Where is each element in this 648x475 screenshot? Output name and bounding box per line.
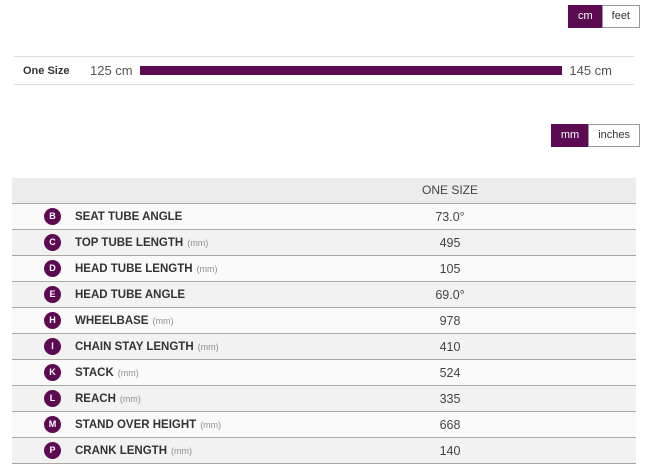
row-unit: (mm): [200, 420, 221, 430]
row-value: 335: [264, 392, 636, 406]
row-label: WHEELBASE: [75, 315, 148, 327]
row-unit: (mm): [187, 238, 208, 248]
unit-cm-button[interactable]: cm: [568, 5, 603, 28]
geometry-unit-toggle: mm inches: [551, 124, 640, 147]
table-row: I CHAIN STAY LENGTH (mm) 410: [12, 334, 636, 360]
rider-height-unit-toggle: cm feet: [568, 5, 640, 28]
row-key-badge: I: [44, 338, 61, 355]
range-max-value: 145 cm: [569, 63, 612, 78]
unit-mm-button[interactable]: mm: [551, 124, 589, 147]
unit-inches-button[interactable]: inches: [588, 124, 640, 147]
row-key-badge: P: [44, 442, 61, 459]
size-range-label: One Size: [14, 65, 90, 77]
row-value: 105: [264, 262, 636, 276]
row-label: STACK: [75, 367, 114, 379]
row-label: HEAD TUBE ANGLE: [75, 289, 185, 301]
table-row: E HEAD TUBE ANGLE 69.0°: [12, 282, 636, 308]
row-value: 410: [264, 340, 636, 354]
geometry-table-header: ONE SIZE: [12, 178, 636, 204]
geometry-table-body: B SEAT TUBE ANGLE 73.0° C TOP TUBE LENGT…: [12, 204, 636, 464]
row-unit: (mm): [118, 368, 139, 378]
geometry-table: ONE SIZE B SEAT TUBE ANGLE 73.0° C TOP T…: [12, 178, 636, 464]
table-row: D HEAD TUBE LENGTH (mm) 105: [12, 256, 636, 282]
row-label: CHAIN STAY LENGTH: [75, 341, 194, 353]
row-value: 668: [264, 418, 636, 432]
row-label: HEAD TUBE LENGTH: [75, 263, 193, 275]
row-key-badge: B: [44, 208, 61, 225]
table-row: M STAND OVER HEIGHT (mm) 668: [12, 412, 636, 438]
range-min-value: 125 cm: [90, 63, 133, 78]
row-value: 140: [264, 444, 636, 458]
row-key-badge: M: [44, 416, 61, 433]
table-row: P CRANK LENGTH (mm) 140: [12, 438, 636, 464]
row-value: 495: [264, 236, 636, 250]
row-unit: (mm): [120, 394, 141, 404]
row-unit: (mm): [171, 446, 192, 456]
row-value: 524: [264, 366, 636, 380]
row-label: TOP TUBE LENGTH: [75, 237, 183, 249]
row-key-badge: C: [44, 234, 61, 251]
row-value: 73.0°: [264, 210, 636, 224]
table-row: H WHEELBASE (mm) 978: [12, 308, 636, 334]
row-value: 69.0°: [264, 288, 636, 302]
table-row: K STACK (mm) 524: [12, 360, 636, 386]
unit-feet-button[interactable]: feet: [602, 5, 640, 28]
row-label: REACH: [75, 393, 116, 405]
row-label: SEAT TUBE ANGLE: [75, 211, 182, 223]
table-row: B SEAT TUBE ANGLE 73.0°: [12, 204, 636, 230]
table-row: C TOP TUBE LENGTH (mm) 495: [12, 230, 636, 256]
row-unit: (mm): [197, 264, 218, 274]
row-value: 978: [264, 314, 636, 328]
row-key-badge: D: [44, 260, 61, 277]
row-label: CRANK LENGTH: [75, 445, 167, 457]
row-unit: (mm): [198, 342, 219, 352]
row-key-badge: L: [44, 390, 61, 407]
row-key-badge: H: [44, 312, 61, 329]
rider-height-range-bar: [140, 66, 563, 75]
row-key-badge: K: [44, 364, 61, 381]
row-key-badge: E: [44, 286, 61, 303]
header-size-column: ONE SIZE: [264, 178, 636, 203]
row-label: STAND OVER HEIGHT: [75, 419, 196, 431]
row-unit: (mm): [152, 316, 173, 326]
size-range-row: One Size 125 cm 145 cm: [14, 56, 634, 85]
header-label-cell: [12, 178, 264, 203]
table-row: L REACH (mm) 335: [12, 386, 636, 412]
